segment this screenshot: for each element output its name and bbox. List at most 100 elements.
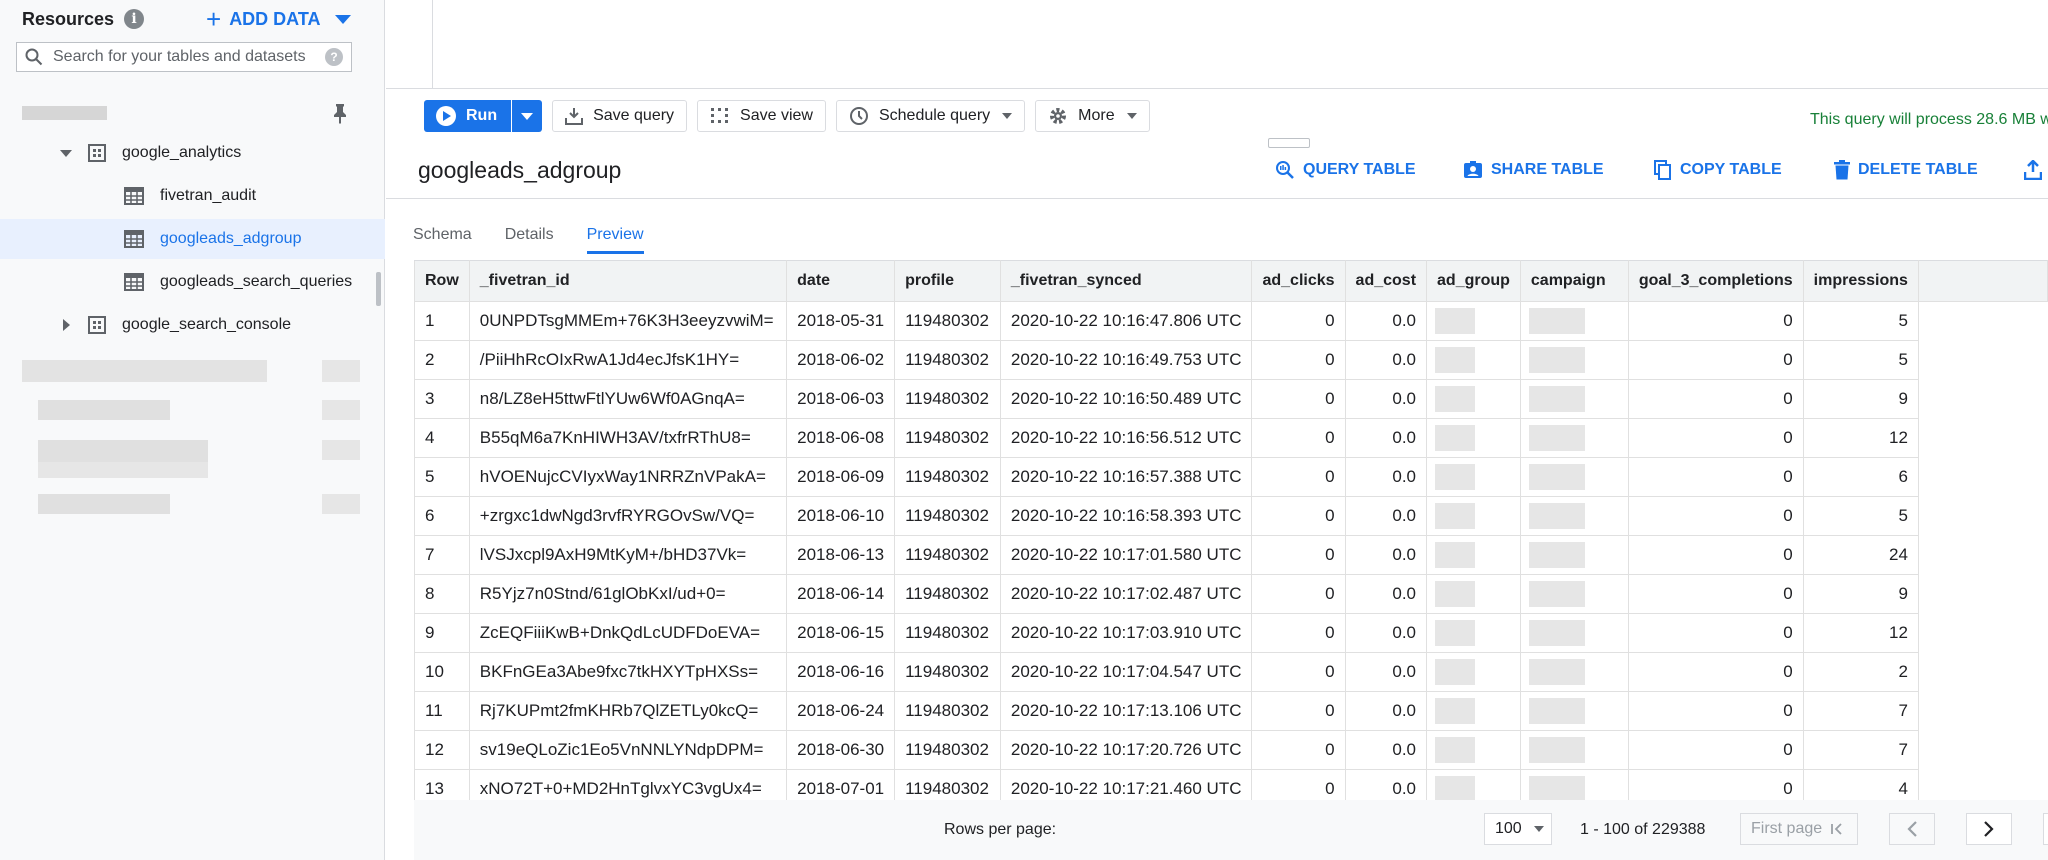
table-cell[interactable]: lVSJxcpl9AxH9MtKyM+/bHD37Vk= — [468, 535, 788, 575]
table-cell[interactable]: 2018-06-13 — [786, 535, 896, 575]
table-cell[interactable]: 0 — [1251, 340, 1346, 380]
copy-table-button[interactable]: COPY TABLE — [1654, 160, 1782, 180]
pin-icon[interactable] — [330, 102, 350, 124]
table-cell[interactable]: 0.0 — [1344, 496, 1428, 536]
column-header[interactable]: _fivetran_synced — [999, 260, 1253, 302]
table-cell[interactable]: 0 — [1251, 652, 1346, 692]
table-row[interactable]: 13 xNO72T+0+MD2HnTglvxYC3vgUx4= 2018-07-01… — [414, 769, 2048, 800]
column-header[interactable]: profile — [894, 260, 1001, 302]
table-cell[interactable]: 2020-10-22 10:17:04.547 UTC — [999, 652, 1253, 692]
tab-preview[interactable]: Preview — [586, 226, 644, 254]
table-cell[interactable]: 0 — [1627, 613, 1804, 653]
table-cell[interactable] — [1426, 340, 1521, 380]
table-cell[interactable]: 9 — [1802, 379, 1919, 419]
table-cell[interactable] — [1519, 535, 1629, 575]
table-cell[interactable] — [1426, 613, 1521, 653]
rows-per-page-select[interactable]: 100 — [1484, 813, 1552, 845]
table-cell[interactable]: 119480302 — [894, 379, 1001, 419]
share-table-button[interactable]: SHARE TABLE — [1463, 160, 1604, 180]
expand-arrow-icon[interactable] — [63, 319, 70, 331]
table-cell[interactable]: 9 — [1802, 574, 1919, 614]
table-cell[interactable]: 2 — [414, 340, 470, 380]
table-cell[interactable]: 0 — [1251, 769, 1346, 800]
table-cell[interactable]: 13 — [414, 769, 470, 800]
column-header[interactable]: ad_cost — [1344, 260, 1428, 302]
column-header[interactable]: campaign — [1519, 260, 1629, 302]
table-cell[interactable]: 4 — [414, 418, 470, 458]
table-cell[interactable]: 2018-06-24 — [786, 691, 896, 731]
export-icon[interactable] — [2024, 160, 2042, 180]
table-cell[interactable]: 0 — [1251, 418, 1346, 458]
table-cell[interactable]: xNO72T+0+MD2HnTglvxYC3vgUx4= — [468, 769, 788, 800]
table-cell[interactable]: 11 — [414, 691, 470, 731]
delete-table-button[interactable]: DELETE TABLE — [1834, 160, 1978, 180]
table-cell[interactable]: 2020-10-22 10:16:56.512 UTC — [999, 418, 1253, 458]
next-page-button[interactable] — [1966, 813, 2012, 845]
table-cell[interactable] — [1519, 457, 1629, 497]
table-cell[interactable]: 9 — [414, 613, 470, 653]
tree-item-googleads-search-queries[interactable]: googleads_search_queries — [0, 262, 385, 302]
last-page-button[interactable] — [2043, 813, 2048, 845]
table-cell[interactable]: 2018-06-16 — [786, 652, 896, 692]
table-cell[interactable]: 0 — [1627, 730, 1804, 770]
table-cell[interactable]: 5 — [1802, 301, 1919, 341]
table-cell[interactable] — [1519, 496, 1629, 536]
table-cell[interactable]: 2018-06-30 — [786, 730, 896, 770]
run-dropdown-button[interactable] — [511, 100, 543, 132]
table-cell[interactable]: 2018-06-09 — [786, 457, 896, 497]
column-header[interactable]: date — [786, 260, 896, 302]
table-cell[interactable]: 2020-10-22 10:16:57.388 UTC — [999, 457, 1253, 497]
table-cell[interactable]: 0 — [1627, 379, 1804, 419]
table-cell[interactable] — [1426, 652, 1521, 692]
table-cell[interactable] — [1519, 418, 1629, 458]
table-cell[interactable]: 2018-06-03 — [786, 379, 896, 419]
table-cell[interactable]: 2018-07-01 — [786, 769, 896, 800]
table-row[interactable]: 8 R5Yjz7n0Stnd/61glObKxI/ud+0= 2018-06-14 1… — [414, 574, 2048, 614]
table-cell[interactable]: n8/LZ8eH5ttwFtlYUw6Wf0AGnqA= — [468, 379, 788, 419]
table-cell[interactable] — [1426, 730, 1521, 770]
table-cell[interactable]: 3 — [414, 379, 470, 419]
table-cell[interactable] — [1426, 496, 1521, 536]
table-cell[interactable] — [1519, 730, 1629, 770]
table-cell[interactable]: 7 — [1802, 691, 1919, 731]
table-cell[interactable]: 5 — [1802, 340, 1919, 380]
table-row[interactable]: 6 +zrgxc1dwNgd3rvfRYRGOvSw/VQ= 2018-06-10 1… — [414, 496, 2048, 536]
table-cell[interactable]: B55qM6a7KnHIWH3AV/txfrRThU8= — [468, 418, 788, 458]
table-cell[interactable]: 2020-10-22 10:17:20.726 UTC — [999, 730, 1253, 770]
table-cell[interactable]: 5 — [414, 457, 470, 497]
more-button[interactable]: More — [1035, 100, 1150, 132]
tree-item-fivetran-audit[interactable]: fivetran_audit — [0, 176, 385, 216]
table-cell[interactable]: 7 — [414, 535, 470, 575]
table-cell[interactable]: 8 — [414, 574, 470, 614]
table-cell[interactable]: 12 — [1802, 613, 1919, 653]
table-cell[interactable] — [1426, 691, 1521, 731]
resource-search-input[interactable] — [43, 47, 325, 67]
help-icon[interactable]: ? — [325, 48, 343, 66]
table-cell[interactable]: 0.0 — [1344, 340, 1428, 380]
table-cell[interactable] — [1519, 340, 1629, 380]
table-cell[interactable]: 2020-10-22 10:17:21.460 UTC — [999, 769, 1253, 800]
table-cell[interactable]: 12 — [1802, 418, 1919, 458]
table-cell[interactable]: Rj7KUPmt2fmKHRb7QlZETLy0kcQ= — [468, 691, 788, 731]
save-view-button[interactable]: Save view — [697, 100, 826, 132]
table-cell[interactable]: 2020-10-22 10:17:01.580 UTC — [999, 535, 1253, 575]
tree-item-google-analytics[interactable]: google_analytics — [0, 133, 385, 173]
table-cell[interactable]: 24 — [1802, 535, 1919, 575]
table-cell[interactable]: 2020-10-22 10:17:03.910 UTC — [999, 613, 1253, 653]
table-cell[interactable]: 0 — [1251, 613, 1346, 653]
table-cell[interactable]: 0.0 — [1344, 691, 1428, 731]
table-cell[interactable]: 0.0 — [1344, 769, 1428, 800]
table-cell[interactable]: 119480302 — [894, 418, 1001, 458]
tree-item-googleads-adgroup[interactable]: googleads_adgroup — [0, 219, 385, 259]
column-header[interactable]: ad_clicks — [1251, 260, 1346, 302]
table-cell[interactable]: 2018-06-10 — [786, 496, 896, 536]
table-cell[interactable] — [1426, 535, 1521, 575]
table-cell[interactable]: ZcEQFiiiKwB+DnkQdLcUDFDoEVA= — [468, 613, 788, 653]
sidebar-scrollbar[interactable] — [376, 272, 381, 306]
table-cell[interactable]: 119480302 — [894, 340, 1001, 380]
save-query-button[interactable]: Save query — [552, 100, 688, 132]
table-row[interactable]: 11 Rj7KUPmt2fmKHRb7QlZETLy0kcQ= 2018-06-24… — [414, 691, 2048, 731]
tab-schema[interactable]: Schema — [413, 226, 472, 254]
table-cell[interactable] — [1519, 301, 1629, 341]
expand-arrow-icon[interactable] — [60, 150, 72, 157]
